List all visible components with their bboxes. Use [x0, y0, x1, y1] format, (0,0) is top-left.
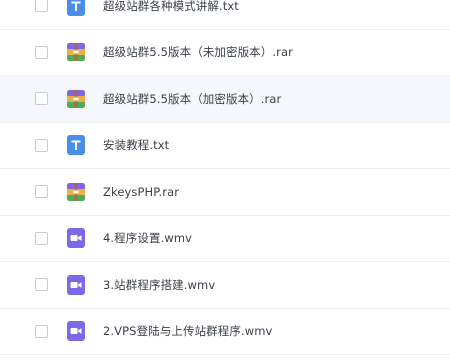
row-checkbox[interactable] — [35, 138, 48, 152]
file-row[interactable]: ZkeysPHP.rar — [0, 169, 450, 216]
file-row[interactable]: 2.VPS登陆与上传站群程序.wmv — [0, 308, 450, 355]
row-checkbox[interactable] — [35, 278, 48, 292]
rar-archive-icon — [67, 182, 85, 202]
file-name[interactable]: 超级站群5.5版本（未加密版本）.rar — [103, 44, 293, 60]
file-row[interactable]: 超级站群各种模式讲解.txt — [0, 0, 450, 30]
file-row[interactable]: 超级站群5.5版本（加密版本）.rar — [0, 76, 450, 123]
file-row[interactable]: 安装教程.txt — [0, 122, 450, 169]
rar-archive-icon — [67, 89, 85, 109]
row-checkbox[interactable] — [35, 92, 48, 106]
row-checkbox[interactable] — [35, 185, 48, 199]
row-checkbox[interactable] — [35, 0, 48, 13]
file-name[interactable]: ZkeysPHP.rar — [103, 185, 179, 199]
video-file-icon — [67, 274, 85, 295]
video-file-icon — [67, 228, 85, 249]
txt-file-icon — [67, 0, 85, 16]
rar-archive-icon — [67, 42, 85, 62]
file-name[interactable]: 安装教程.txt — [103, 137, 169, 153]
file-name[interactable]: 4.程序设置.wmv — [103, 230, 192, 246]
row-checkbox[interactable] — [35, 45, 48, 59]
file-row[interactable]: 3.站群程序搭建.wmv — [0, 262, 450, 309]
video-file-icon — [67, 321, 85, 342]
row-checkbox[interactable] — [35, 231, 48, 245]
file-name[interactable]: 超级站群各种模式讲解.txt — [103, 0, 239, 14]
file-list: 超级站群各种模式讲解.txt 超级站群5.5版本（未加密版本）.rar 超级站群… — [0, 0, 450, 355]
file-name[interactable]: 超级站群5.5版本（加密版本）.rar — [103, 91, 281, 107]
row-checkbox[interactable] — [35, 324, 48, 338]
file-name[interactable]: 2.VPS登陆与上传站群程序.wmv — [103, 323, 272, 339]
file-row[interactable]: 超级站群5.5版本（未加密版本）.rar — [0, 29, 450, 76]
file-row[interactable]: 4.程序设置.wmv — [0, 215, 450, 262]
file-name[interactable]: 3.站群程序搭建.wmv — [103, 277, 215, 293]
txt-file-icon — [67, 135, 85, 156]
